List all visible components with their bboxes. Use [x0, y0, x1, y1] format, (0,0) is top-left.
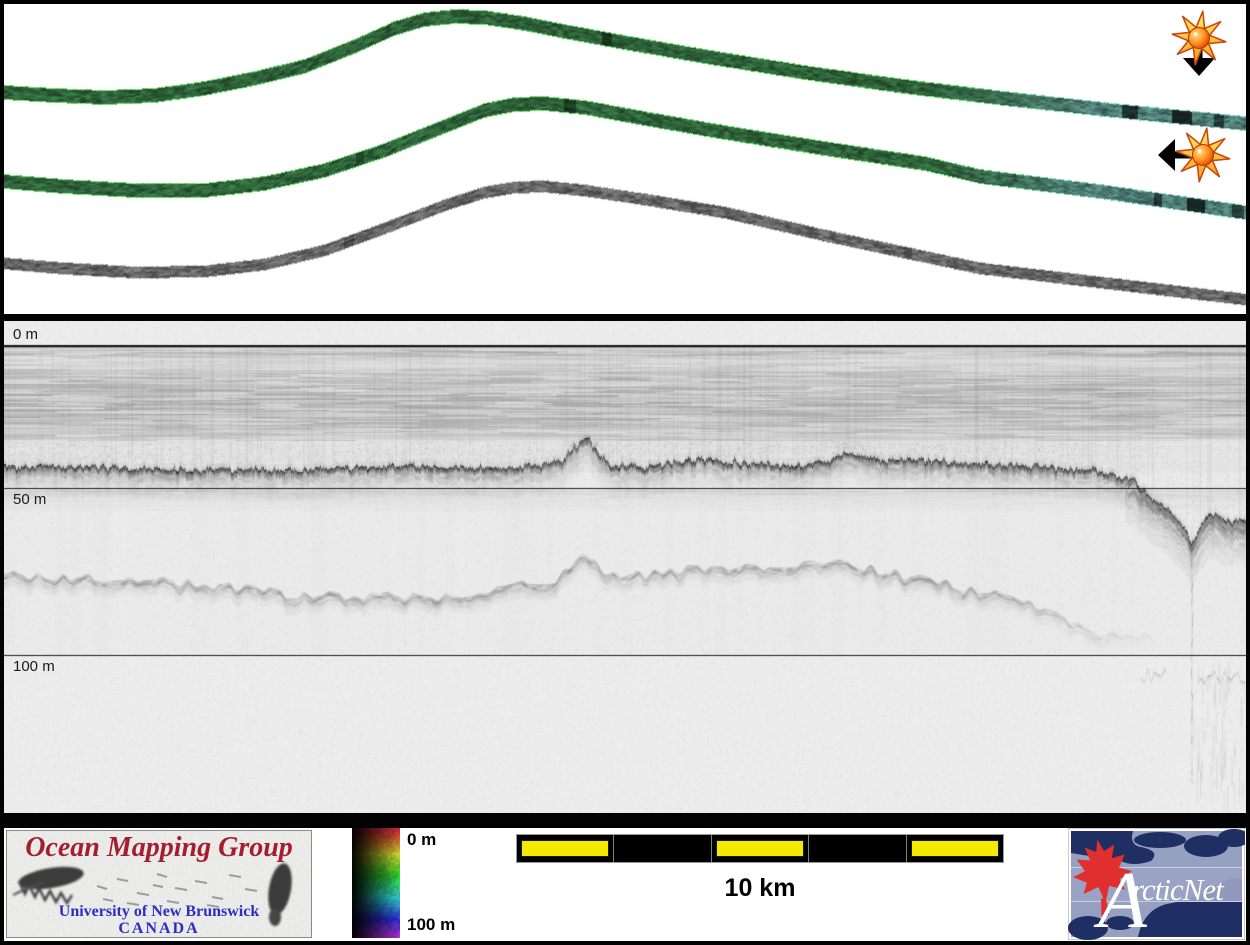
track-map-panel: [4, 4, 1246, 314]
scale-bar-segment: [614, 835, 711, 862]
omg-logo: Ocean Mapping Group University of New Br…: [6, 830, 312, 938]
scale-bar-segment: [907, 835, 1003, 862]
depth-label-50m: 50 m: [13, 492, 46, 508]
scale-bar-segment: [712, 835, 809, 862]
figure-root: 0 m 50 m 100 m: [0, 0, 1250, 945]
scale-bar-segment: [517, 835, 614, 862]
scale-bar-label: 10 km: [516, 874, 1004, 903]
arcticnet-wordmark: rcticNet: [1132, 872, 1225, 907]
echogram-panel: 0 m 50 m 100 m: [4, 321, 1246, 813]
depth-label-0m: 0 m: [13, 327, 38, 343]
omg-title: Ocean Mapping Group: [7, 832, 311, 864]
scale-bar-segment: [809, 835, 906, 862]
colorbar-label-bottom: 100 m: [407, 915, 455, 935]
footer-bar: Ocean Mapping Group University of New Br…: [4, 828, 1246, 941]
scale-bar: [516, 834, 1004, 863]
omg-country: CANADA: [7, 920, 311, 938]
depth-colorbar: [352, 828, 400, 938]
omg-university: University of New Brunswick: [7, 903, 311, 921]
depth-label-100m: 100 m: [13, 659, 55, 675]
colorbar-label-top: 0 m: [407, 830, 436, 850]
subbottom-echogram-image: [4, 321, 1246, 813]
arcticnet-logo: A rcticNet: [1068, 828, 1245, 940]
sidescan-tracks-image: [4, 4, 1246, 314]
